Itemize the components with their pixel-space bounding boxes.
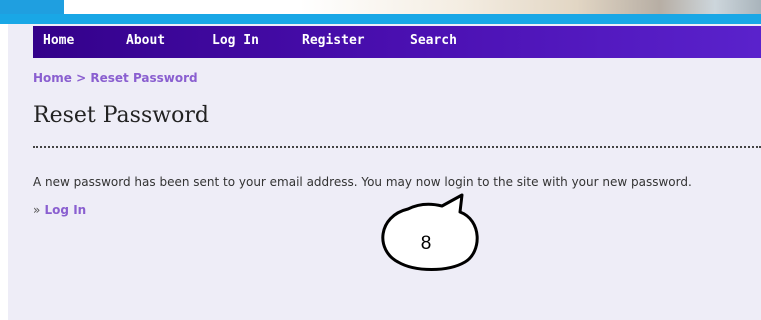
- nav-item-home[interactable]: Home: [43, 26, 74, 58]
- header-color-bar: [0, 14, 761, 24]
- nav-item-about[interactable]: About: [126, 26, 165, 58]
- confirmation-message: A new password has been sent to your ema…: [33, 175, 692, 189]
- nav-item-register[interactable]: Register: [302, 26, 365, 58]
- double-chevron-icon: »: [33, 203, 41, 217]
- breadcrumb-home-link[interactable]: Home: [33, 71, 72, 85]
- login-link[interactable]: » Log In: [33, 203, 86, 217]
- nav-item-log-in[interactable]: Log In: [212, 26, 259, 58]
- page-title: Reset Password: [33, 103, 209, 128]
- breadcrumb-separator: >: [76, 71, 87, 85]
- login-link-label[interactable]: Log In: [45, 203, 87, 217]
- header-banner: [0, 0, 761, 14]
- nav-item-search[interactable]: Search: [410, 26, 457, 58]
- breadcrumb: Home > Reset Password: [33, 71, 198, 85]
- main-navbar: Home About Log In Register Search: [33, 26, 761, 58]
- breadcrumb-current[interactable]: Reset Password: [90, 71, 197, 85]
- callout-number: 8: [420, 233, 432, 254]
- header-accent-tab: [0, 0, 64, 14]
- header-photo: [300, 0, 761, 14]
- title-divider: [33, 146, 761, 148]
